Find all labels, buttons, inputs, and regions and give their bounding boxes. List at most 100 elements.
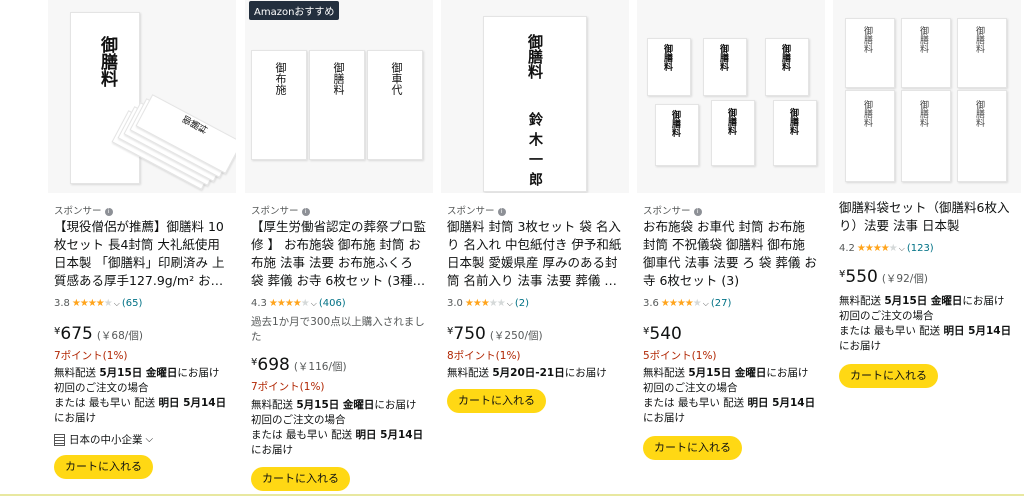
seller-name: 日本の中小企業 bbox=[69, 434, 143, 446]
unit-price: (￥92/個) bbox=[881, 273, 928, 285]
product-image-2[interactable]: Amazonおすすめ 御布施 御膳料 御車代 bbox=[245, 0, 433, 193]
price[interactable]: ¥540 bbox=[643, 324, 682, 344]
star-rating-icon[interactable]: ★★★★★ bbox=[661, 298, 702, 309]
info-icon[interactable]: i bbox=[301, 207, 310, 216]
chevron-down-icon[interactable]: ⌵ bbox=[114, 299, 120, 309]
price[interactable]: ¥675 (￥68/個) bbox=[54, 324, 143, 344]
delivery-info: 無料配送 5月15日 金曜日にお届け 初回のご注文の場合 または 最も早い 配送… bbox=[251, 399, 424, 456]
divider bbox=[0, 494, 1024, 496]
product-image-3[interactable]: 御膳料 鈴木一郎 bbox=[441, 0, 629, 193]
review-count[interactable]: (65) bbox=[122, 298, 143, 309]
rating-row[interactable]: 4.2 ★★★★★ ⌵ (123) bbox=[839, 243, 934, 254]
product-image-1[interactable]: 御膳料 御膳料 bbox=[48, 0, 236, 193]
chevron-down-icon[interactable]: ⌵ bbox=[507, 299, 513, 309]
envelope-label: 御膳料 bbox=[526, 34, 544, 79]
add-to-cart-button[interactable]: カートに入れる bbox=[447, 389, 546, 413]
add-to-cart-button[interactable]: カートに入れる bbox=[251, 467, 350, 491]
add-to-cart-button[interactable]: カートに入れる bbox=[54, 455, 153, 479]
seller-badge[interactable]: 日本の中小企業 ⌵ bbox=[54, 432, 155, 447]
rating-row[interactable]: 3.6 ★★★★★ ⌵ (27) bbox=[643, 298, 731, 309]
add-to-cart-button[interactable]: カートに入れる bbox=[643, 436, 742, 460]
star-rating-icon[interactable]: ★★★★★ bbox=[857, 243, 898, 254]
info-icon[interactable]: i bbox=[104, 207, 113, 216]
building-icon bbox=[54, 433, 65, 446]
amazon-choice-badge: Amazonおすすめ bbox=[249, 1, 340, 20]
envelope-label: 御膳料 bbox=[974, 26, 984, 53]
review-count[interactable]: (406) bbox=[319, 298, 346, 309]
rating-value: 3.6 bbox=[643, 298, 659, 309]
rating-row[interactable]: 3.0 ★★★★★ ⌵ (2) bbox=[447, 298, 529, 309]
price-amount: 675 bbox=[60, 324, 93, 344]
price[interactable]: ¥698 (￥116/個) bbox=[251, 355, 347, 375]
product-card-3: 御膳料 鈴木一郎 スポンサー i 御膳料 封筒 3枚セット 袋 名入り 名入れ 中… bbox=[441, 0, 629, 492]
envelope-label: 御膳料 bbox=[718, 44, 728, 71]
envelope-label: 御膳料 bbox=[788, 108, 798, 135]
sponsored-label[interactable]: スポンサー i bbox=[643, 203, 702, 217]
chevron-down-icon[interactable]: ⌵ bbox=[703, 299, 709, 309]
info-icon[interactable]: i bbox=[497, 207, 506, 216]
envelope-label: 御膳料 bbox=[726, 108, 736, 135]
envelope-label: 御膳料 bbox=[780, 44, 790, 71]
unit-price: (￥68/個) bbox=[96, 330, 143, 342]
star-rating-icon[interactable]: ★★★★★ bbox=[269, 298, 310, 309]
envelope-label: 鈴木一郎 bbox=[527, 112, 543, 192]
delivery-info: 無料配送 5月20日-21日にお届け bbox=[447, 367, 607, 379]
review-count[interactable]: (123) bbox=[907, 243, 934, 254]
review-count[interactable]: (27) bbox=[711, 298, 732, 309]
sponsored-label[interactable]: スポンサー i bbox=[251, 203, 310, 217]
chevron-down-icon[interactable]: ⌵ bbox=[899, 244, 905, 254]
product-title[interactable]: お布施袋 お車代 封筒 お布施 封筒 不祝儀袋 御膳料 御布施 御車代 法事 法… bbox=[643, 218, 821, 290]
product-title[interactable]: 【現役僧侶が推薦】御膳料 10枚セット 長4封筒 大礼紙使用 日本製 「御膳料」… bbox=[54, 218, 232, 290]
price-amount: 698 bbox=[257, 355, 290, 375]
rating-row[interactable]: 4.3 ★★★★★ ⌵ (406) bbox=[251, 298, 346, 309]
product-title[interactable]: 御膳料 封筒 3枚セット 袋 名入り 名入れ 中包紙付き 伊予和紙 日本製 愛媛… bbox=[447, 218, 625, 290]
points: 5ポイント(1%) bbox=[643, 350, 717, 362]
rating-value: 3.0 bbox=[447, 298, 463, 309]
product-card-4: 御膳料 御膳料 御膳料 御膳料 御膳料 御膳料 スポンサー i お布施袋 お車代 … bbox=[637, 0, 825, 492]
rating-value: 4.3 bbox=[251, 298, 267, 309]
rating-row[interactable]: 3.8 ★★★★★ ⌵ (65) bbox=[54, 298, 142, 309]
rating-value: 3.8 bbox=[54, 298, 70, 309]
envelope-label: 御膳料 bbox=[862, 26, 872, 53]
envelope-label: 御膳料 bbox=[332, 62, 345, 95]
envelope-label: 御膳料 bbox=[662, 44, 672, 71]
envelope-label: 御膳料 bbox=[974, 100, 984, 127]
product-image-5[interactable]: 御膳料 御膳料 御膳料 御膳料 御膳料 御膳料 bbox=[833, 0, 1021, 193]
envelope-label: 御膳料 bbox=[862, 100, 872, 127]
price-amount: 540 bbox=[649, 324, 682, 344]
envelope-label: 御膳料 bbox=[918, 26, 928, 53]
points: 7ポイント(1%) bbox=[251, 381, 325, 393]
price[interactable]: ¥750 (￥250/個) bbox=[447, 324, 543, 344]
delivery-info: 無料配送 5月15日 金曜日にお届け 初回のご注文の場合 または 最も早い 配送… bbox=[839, 295, 1012, 352]
product-card-1: 御膳料 御膳料 スポンサー i 【現役僧侶が推薦】御膳料 10枚セット 長4封筒 … bbox=[48, 0, 236, 492]
add-to-cart-button[interactable]: カートに入れる bbox=[839, 364, 938, 388]
sponsored-label[interactable]: スポンサー i bbox=[447, 203, 506, 217]
product-title[interactable]: 【厚生労働省認定の葬祭プロ監修 】 お布施袋 御布施 封筒 お布施 法事 法要 … bbox=[251, 218, 429, 290]
product-card-5: 御膳料 御膳料 御膳料 御膳料 御膳料 御膳料 御膳料袋セット（御膳料6枚入り）… bbox=[833, 0, 1021, 492]
envelope-label: 御膳料 bbox=[670, 110, 680, 137]
points: 8ポイント(1%) bbox=[447, 350, 521, 362]
delivery-info: 無料配送 5月15日 金曜日にお届け 初回のご注文の場合 または 最も早い 配送… bbox=[54, 367, 227, 424]
star-rating-icon[interactable]: ★★★★★ bbox=[72, 298, 113, 309]
rating-value: 4.2 bbox=[839, 243, 855, 254]
envelope-label: 御車代 bbox=[390, 62, 403, 95]
info-icon[interactable]: i bbox=[693, 207, 702, 216]
envelope-label: 御膳料 bbox=[97, 36, 117, 87]
product-title[interactable]: 御膳料袋セット（御膳料6枚入り）法要 法事 日本製 bbox=[839, 199, 1017, 235]
star-rating-icon[interactable]: ★★★★★ bbox=[465, 298, 506, 309]
envelope-label: 御布施 bbox=[274, 62, 287, 95]
review-count[interactable]: (2) bbox=[515, 298, 529, 309]
sponsored-label[interactable]: スポンサー i bbox=[54, 203, 113, 217]
product-image-4[interactable]: 御膳料 御膳料 御膳料 御膳料 御膳料 御膳料 bbox=[637, 0, 825, 193]
price[interactable]: ¥550 (￥92/個) bbox=[839, 267, 928, 287]
delivery-info: 無料配送 5月15日 金曜日にお届け 初回のご注文の場合 または 最も早い 配送… bbox=[643, 367, 816, 424]
bought-count: 過去1か月で300点以上購入されました bbox=[251, 316, 425, 343]
unit-price: (￥250/個) bbox=[489, 330, 543, 342]
price-amount: 550 bbox=[845, 267, 878, 287]
product-card-2: Amazonおすすめ 御布施 御膳料 御車代 スポンサー i 【厚生労働省認定の葬… bbox=[245, 0, 433, 492]
price-amount: 750 bbox=[453, 324, 486, 344]
points: 7ポイント(1%) bbox=[54, 350, 128, 362]
chevron-down-icon[interactable]: ⌵ bbox=[311, 299, 317, 309]
unit-price: (￥116/個) bbox=[293, 361, 347, 373]
chevron-down-icon[interactable]: ⌵ bbox=[146, 434, 154, 445]
